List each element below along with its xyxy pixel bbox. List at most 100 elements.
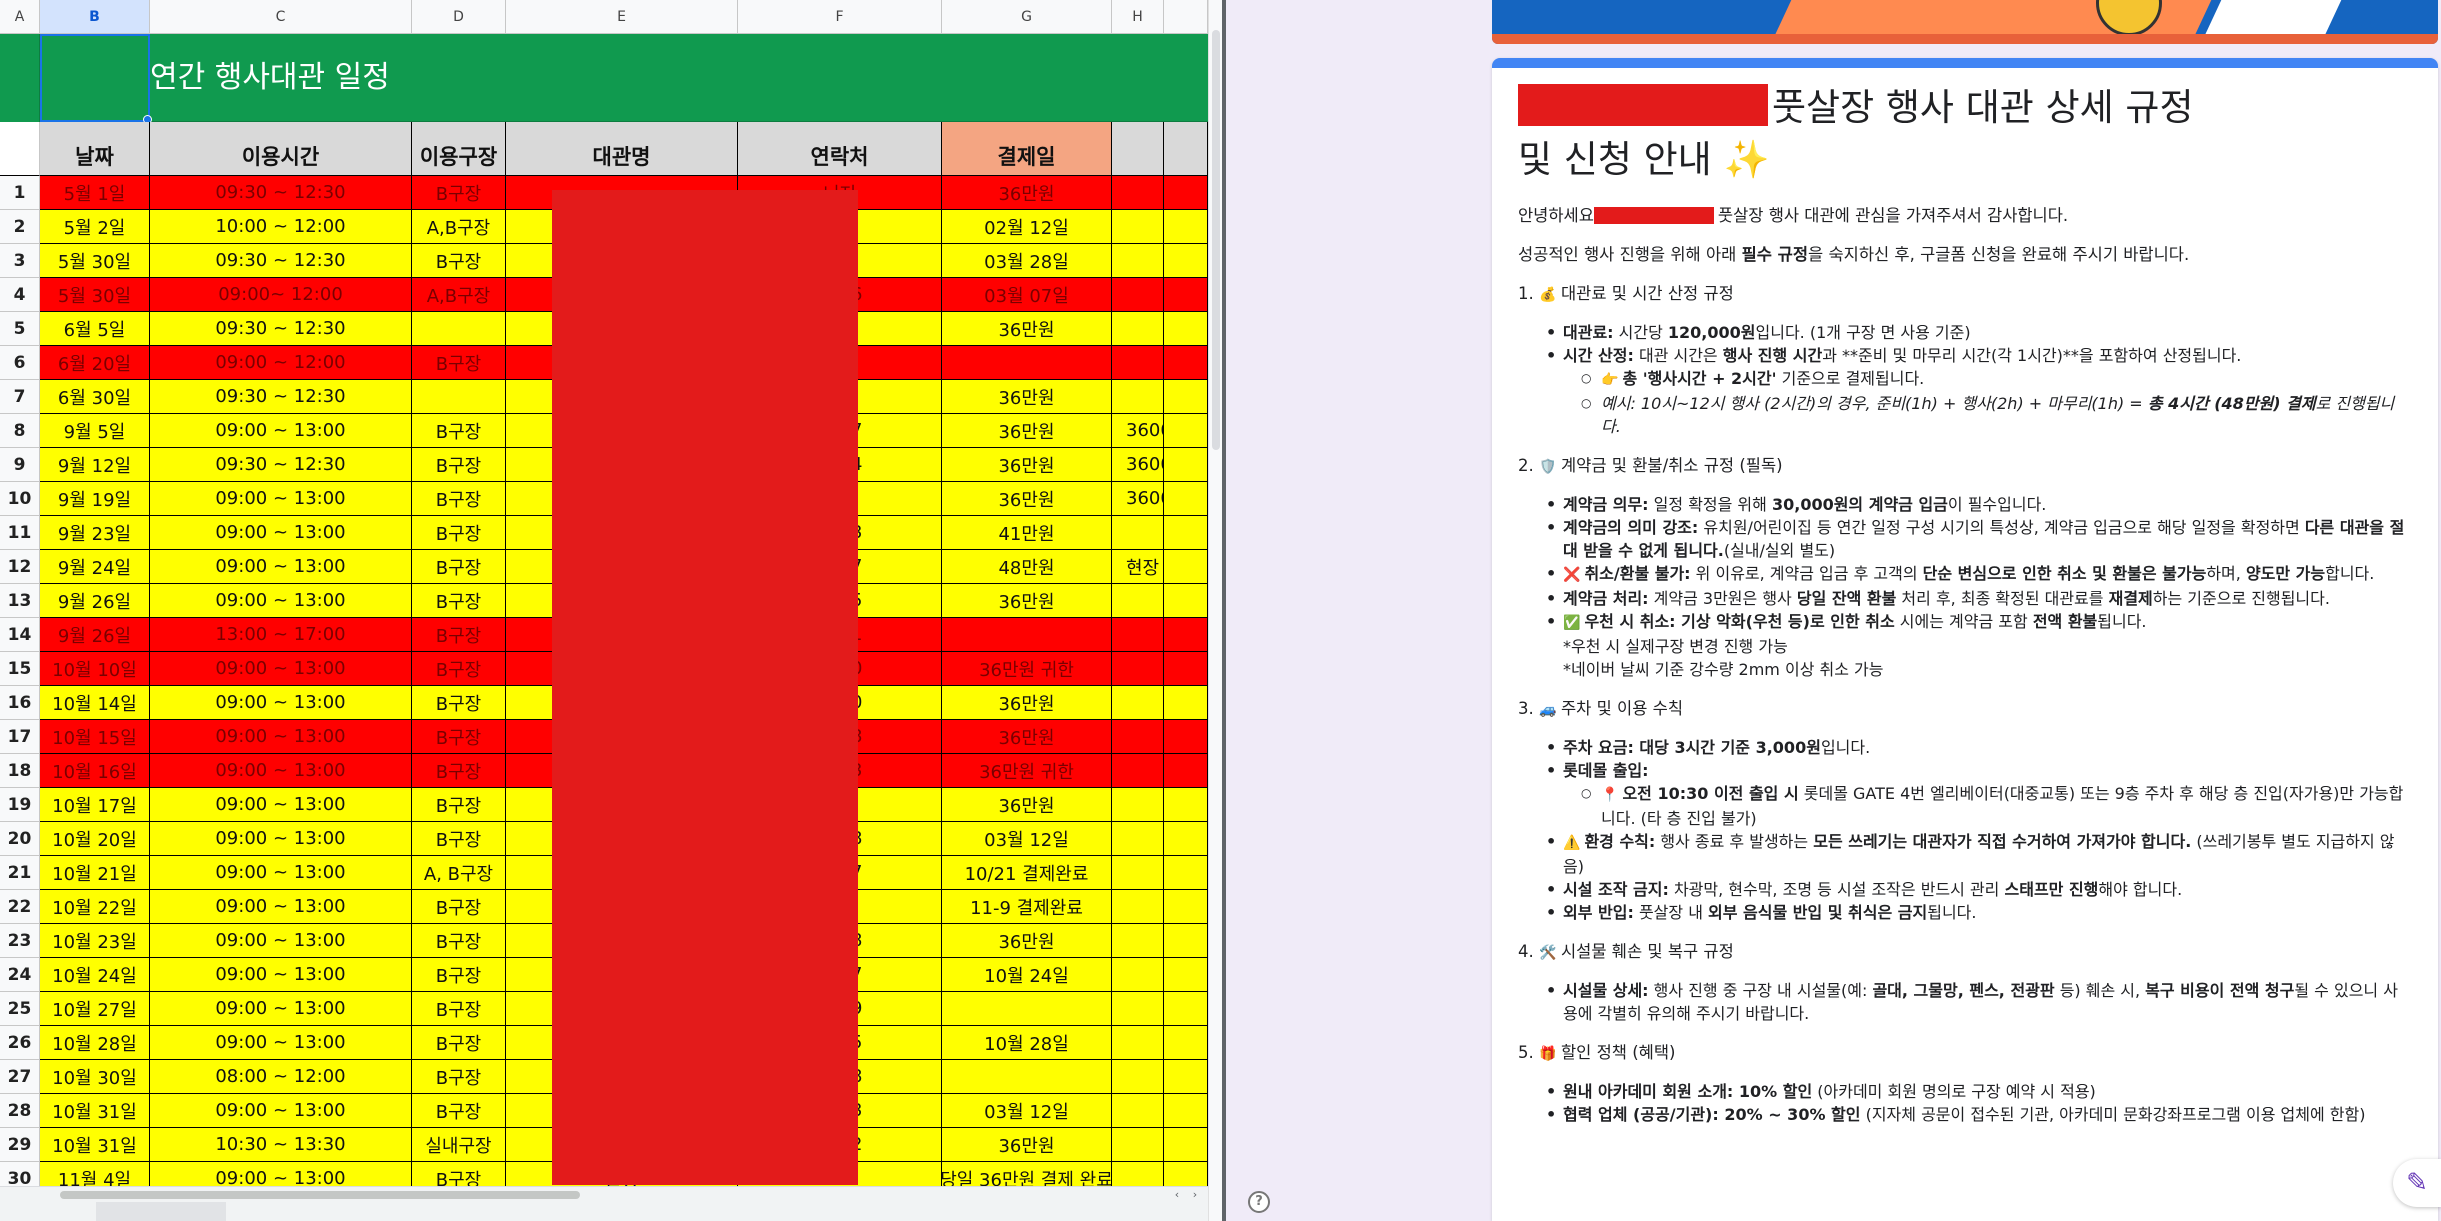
cell-field[interactable]: B구장: [412, 652, 506, 686]
cell-h[interactable]: [1112, 176, 1164, 210]
cell-date[interactable]: 5월 1일: [40, 176, 150, 210]
cell-date[interactable]: 10월 17일: [40, 788, 150, 822]
row-number[interactable]: 20: [0, 822, 40, 856]
cell-payment[interactable]: 10월 24일: [942, 958, 1112, 992]
cell-field[interactable]: B구장: [412, 618, 506, 652]
cell-date[interactable]: 10월 31일: [40, 1094, 150, 1128]
row-number[interactable]: 17: [0, 720, 40, 754]
cell-time[interactable]: 09:00 ~ 13:00: [150, 550, 412, 584]
cell-field[interactable]: B구장: [412, 958, 506, 992]
row-number[interactable]: 3: [0, 244, 40, 278]
cell-i[interactable]: [1164, 380, 1208, 414]
cell-time[interactable]: 10:30 ~ 13:30: [150, 1128, 412, 1162]
cell-date[interactable]: 10월 31일: [40, 1128, 150, 1162]
vertical-scroll-thumb[interactable]: [1212, 30, 1220, 450]
cell-h[interactable]: 3600: [1112, 482, 1164, 516]
row-number[interactable]: 19: [0, 788, 40, 822]
cell-h[interactable]: [1112, 788, 1164, 822]
sheet-tab-3[interactable]: [236, 1202, 356, 1221]
cell-i[interactable]: [1164, 788, 1208, 822]
column-header-h[interactable]: H: [1112, 0, 1164, 34]
column-header-f[interactable]: F: [738, 0, 942, 34]
row-number[interactable]: 12: [0, 550, 40, 584]
cell-field[interactable]: B구장: [412, 482, 506, 516]
cell-i[interactable]: [1164, 1128, 1208, 1162]
cell-h[interactable]: [1112, 244, 1164, 278]
cell-field[interactable]: [412, 380, 506, 414]
cell-h[interactable]: [1112, 720, 1164, 754]
help-icon[interactable]: ?: [1248, 1191, 1270, 1213]
row-number[interactable]: 23: [0, 924, 40, 958]
cell-i[interactable]: [1164, 584, 1208, 618]
cell-h[interactable]: [1112, 924, 1164, 958]
cell-time[interactable]: 09:00 ~ 13:00: [150, 924, 412, 958]
cell-h[interactable]: [1112, 958, 1164, 992]
row-number[interactable]: 10: [0, 482, 40, 516]
cell-field[interactable]: B구장: [412, 516, 506, 550]
cell-time[interactable]: 09:30 ~ 12:30: [150, 380, 412, 414]
column-header-g[interactable]: G: [942, 0, 1112, 34]
cell-payment[interactable]: 36만원: [942, 414, 1112, 448]
cell-date[interactable]: 9월 26일: [40, 584, 150, 618]
cell-time[interactable]: 09:00~ 12:00: [150, 278, 412, 312]
cell-date[interactable]: 9월 23일: [40, 516, 150, 550]
column-header-c[interactable]: C: [150, 0, 412, 34]
cell-date[interactable]: 10월 15일: [40, 720, 150, 754]
cell-payment[interactable]: 03월 07일: [942, 278, 1112, 312]
cell-time[interactable]: 09:30 ~ 12:30: [150, 312, 412, 346]
cell-payment[interactable]: 36만원 귀한: [942, 652, 1112, 686]
cell-time[interactable]: 09:00 ~ 13:00: [150, 686, 412, 720]
cell-field[interactable]: B구장: [412, 992, 506, 1026]
cell-payment[interactable]: 36만원: [942, 380, 1112, 414]
cell-field[interactable]: B구장: [412, 890, 506, 924]
cell-payment[interactable]: 36만원: [942, 924, 1112, 958]
cell-payment[interactable]: 10/21 결제완료: [942, 856, 1112, 890]
row-number[interactable]: 13: [0, 584, 40, 618]
cell-h[interactable]: [1112, 346, 1164, 380]
cell-date[interactable]: 6월 5일: [40, 312, 150, 346]
cell-i[interactable]: [1164, 346, 1208, 380]
cell-i[interactable]: [1164, 652, 1208, 686]
horizontal-scroll-thumb[interactable]: [60, 1191, 580, 1199]
column-header-b[interactable]: B: [40, 0, 150, 34]
cell-i[interactable]: [1164, 278, 1208, 312]
cell-payment[interactable]: 11-9 결제완료: [942, 890, 1112, 924]
cell-payment[interactable]: 36만원: [942, 1128, 1112, 1162]
cell-h[interactable]: 현장: [1112, 550, 1164, 584]
cell-payment[interactable]: 10월 28일: [942, 1026, 1112, 1060]
cell-time[interactable]: 09:00 ~ 13:00: [150, 482, 412, 516]
cell-payment[interactable]: 03월 28일: [942, 244, 1112, 278]
cell-field[interactable]: B구장: [412, 244, 506, 278]
cell-h[interactable]: [1112, 380, 1164, 414]
row-number[interactable]: 6: [0, 346, 40, 380]
cell-time[interactable]: 09:00 ~ 13:00: [150, 890, 412, 924]
cell-payment[interactable]: 36만원: [942, 312, 1112, 346]
cell-h[interactable]: [1112, 856, 1164, 890]
cell-field[interactable]: 실내구장: [412, 1128, 506, 1162]
cell-time[interactable]: 09:00 ~ 13:00: [150, 1094, 412, 1128]
row-number[interactable]: 22: [0, 890, 40, 924]
cell-time[interactable]: 09:00 ~ 13:00: [150, 992, 412, 1026]
row-number[interactable]: 28: [0, 1094, 40, 1128]
row-number[interactable]: 24: [0, 958, 40, 992]
cell-time[interactable]: 09:00 ~ 13:00: [150, 584, 412, 618]
cell-field[interactable]: A,B구장: [412, 278, 506, 312]
cell-i[interactable]: [1164, 1026, 1208, 1060]
vertical-scrollbar[interactable]: [1208, 0, 1222, 1221]
row-number[interactable]: 26: [0, 1026, 40, 1060]
row-number[interactable]: 27: [0, 1060, 40, 1094]
row-number[interactable]: 15: [0, 652, 40, 686]
cell-i[interactable]: [1164, 550, 1208, 584]
cell-date[interactable]: 10월 27일: [40, 992, 150, 1026]
header-field[interactable]: 이용구장: [412, 122, 506, 176]
header-h[interactable]: [1112, 122, 1164, 176]
cell-field[interactable]: A, B구장: [412, 856, 506, 890]
column-header-a[interactable]: A: [0, 0, 40, 34]
cell-time[interactable]: 09:30 ~ 12:30: [150, 176, 412, 210]
cell-field[interactable]: B구장: [412, 788, 506, 822]
cell-field[interactable]: B구장: [412, 754, 506, 788]
cell-date[interactable]: 9월 12일: [40, 448, 150, 482]
cell-field[interactable]: B구장: [412, 1060, 506, 1094]
cell-h[interactable]: [1112, 1026, 1164, 1060]
cell-payment[interactable]: [942, 1060, 1112, 1094]
